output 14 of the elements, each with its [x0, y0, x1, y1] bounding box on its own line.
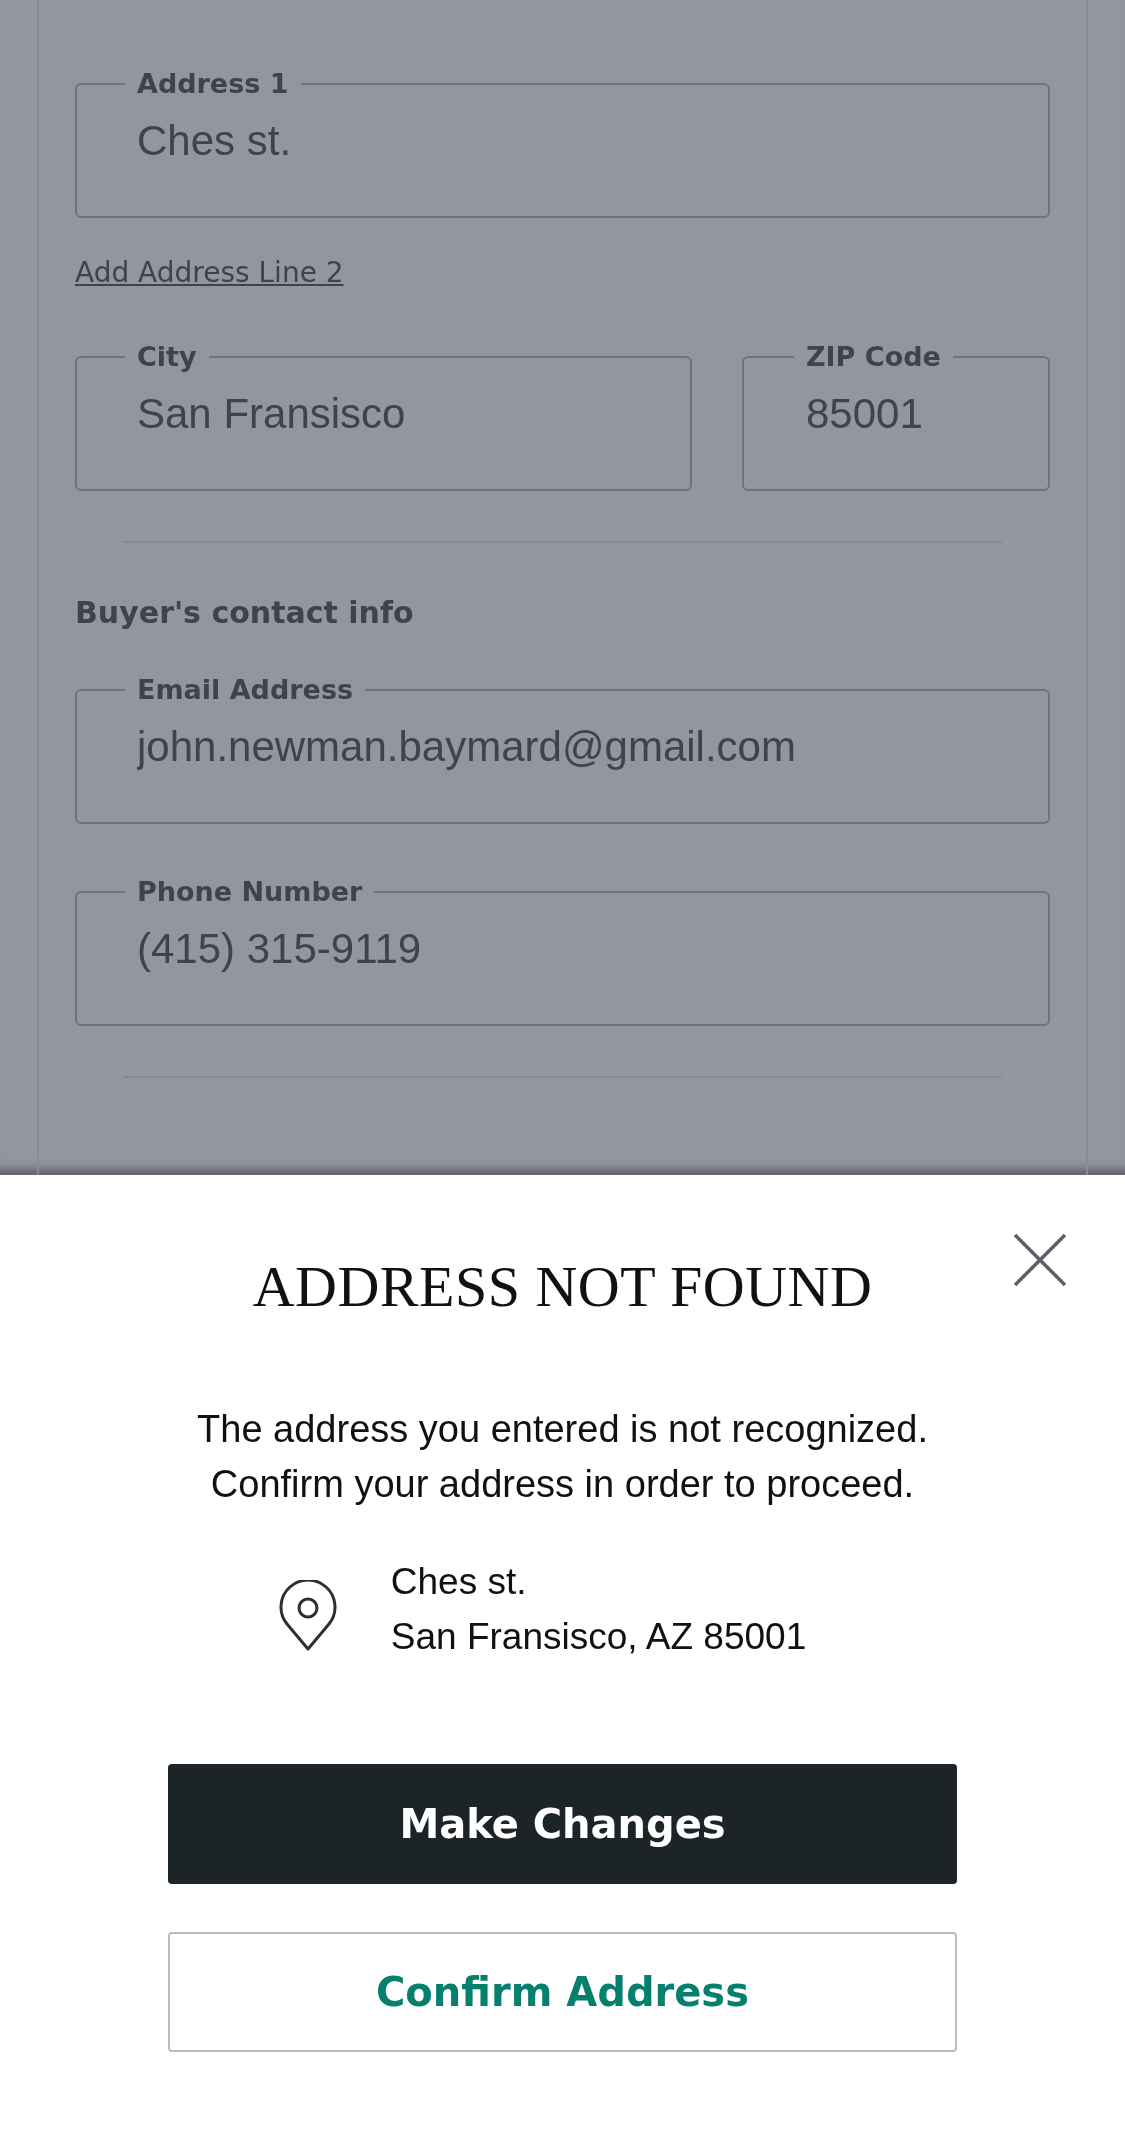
dialog-message: The address you entered is not recognized. Confirm your address in order to proceed. — [197, 1407, 928, 1507]
address-line: San Fransisco, AZ 85001 — [390, 1615, 807, 1659]
field-value[interactable]: San Fransisco — [137, 390, 630, 438]
confirm-address-button[interactable]: Confirm Address — [168, 1932, 957, 2052]
address-line: Ches st. — [390, 1560, 528, 1604]
location-pin-icon — [278, 1580, 337, 1652]
make-changes-button[interactable]: Make Changes — [168, 1764, 957, 1884]
field-value[interactable]: (415) 315-9119 — [137, 925, 988, 973]
dialog-title: ADDRESS NOT FOUND — [252, 1253, 873, 1320]
add-address-line-link[interactable]: Add Address Line 2 — [75, 256, 344, 289]
field-value[interactable]: 85001 — [806, 390, 986, 438]
close-icon[interactable] — [1012, 1232, 1068, 1288]
field-value[interactable]: Ches st. — [137, 117, 988, 165]
section-heading: Buyer's contact info — [75, 595, 415, 630]
